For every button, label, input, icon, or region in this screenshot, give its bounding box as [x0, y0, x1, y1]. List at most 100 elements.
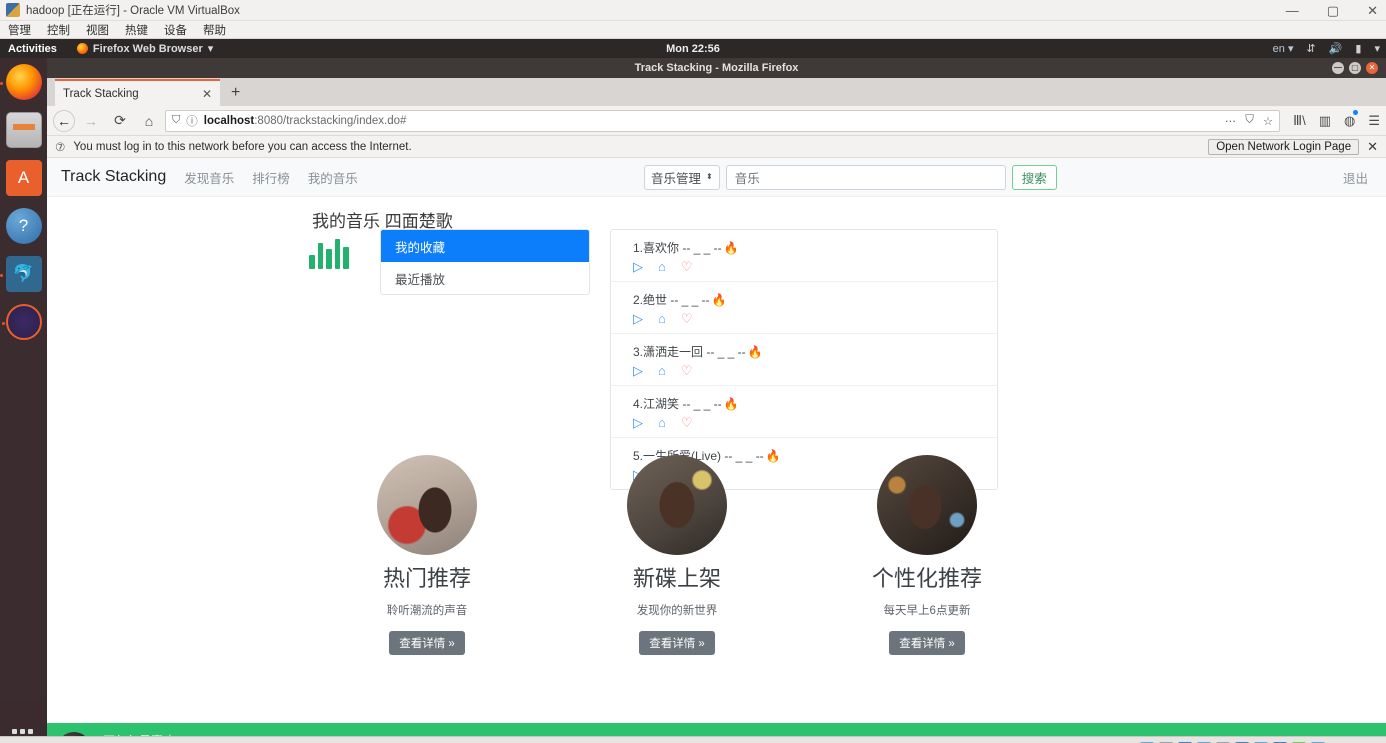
- browser-tab-label: Track Stacking: [63, 87, 139, 100]
- site-brand[interactable]: Track Stacking: [61, 168, 166, 186]
- song-list: 1.喜欢你 -- _ _ -- 🔥 ▷ ⌂ ♡ 2.绝世 -- _ _ -- 🔥 ▷…: [610, 229, 998, 490]
- equalizer-bars-icon: [309, 233, 349, 269]
- forward-button[interactable]: →: [78, 109, 104, 133]
- web-page: Track Stacking 发现音乐 排行榜 我的音乐 音乐管理 ⬍ 音乐 搜…: [47, 158, 1386, 723]
- volume-icon[interactable]: 🔊: [1329, 42, 1343, 55]
- page-content: 我的音乐 四面楚歌 我的收藏 最近播放 1.喜欢你 -- _ _ -- 🔥 ▷ ⌂…: [47, 197, 1386, 723]
- song-list-item[interactable]: 1.喜欢你 -- _ _ -- 🔥 ▷ ⌂ ♡: [611, 230, 997, 282]
- card-avatar-image: [377, 455, 477, 555]
- reload-button[interactable]: ⟳: [107, 109, 133, 133]
- vbox-menu-devices[interactable]: 设备: [164, 22, 187, 38]
- pocket-icon[interactable]: ⛉: [1245, 114, 1254, 127]
- feature-card-new-albums: 新碟上架 发现你的新世界 查看详情 »: [577, 455, 777, 655]
- system-menu-chevron-icon[interactable]: ▾: [1374, 42, 1380, 55]
- vbox-menu-view[interactable]: 视图: [86, 22, 109, 38]
- play-icon[interactable]: ▷: [633, 260, 643, 273]
- search-input[interactable]: 音乐: [725, 164, 1006, 190]
- list-group-item-recent[interactable]: 最近播放: [381, 262, 589, 294]
- dock-item-mysql-workbench[interactable]: 🐬: [0, 256, 42, 292]
- download-icon[interactable]: ⌂: [658, 260, 666, 273]
- nav-link-rankings[interactable]: 排行榜: [252, 168, 290, 187]
- play-icon[interactable]: ▷: [633, 364, 643, 377]
- gnome-system-tray: en ▾ ⇵ 🔊 ▮ ▾: [1273, 42, 1380, 55]
- hamburger-menu-icon[interactable]: ☰: [1368, 113, 1380, 129]
- vbox-minimize-button[interactable]: —: [1286, 3, 1299, 18]
- favorite-heart-icon[interactable]: ♡: [681, 312, 693, 325]
- firefox-close-button[interactable]: ✕: [1366, 62, 1378, 74]
- page-info-icon[interactable]: ⓘ: [186, 113, 198, 129]
- feature-card-hot: 热门推荐 聆听潮流的声音 查看详情 »: [327, 455, 527, 655]
- dock-item-firefox[interactable]: [0, 64, 42, 100]
- new-tab-button[interactable]: +: [220, 80, 251, 106]
- sidebar-icon[interactable]: ▥: [1319, 113, 1331, 129]
- dock-item-eclipse[interactable]: [1, 304, 42, 340]
- close-icon[interactable]: ✕: [202, 87, 212, 101]
- firefox-maximize-button[interactable]: ▢: [1349, 62, 1361, 74]
- play-icon[interactable]: ▷: [633, 416, 643, 429]
- back-button[interactable]: ←: [53, 109, 75, 132]
- search-category-value: 音乐管理: [651, 171, 702, 186]
- library-icon[interactable]: Ⅲ\: [1293, 113, 1306, 129]
- hot-flame-icon: 🔥: [723, 241, 739, 255]
- battery-icon[interactable]: ▮: [1355, 42, 1361, 55]
- song-actions: ▷ ⌂ ♡: [633, 364, 997, 377]
- dock-item-files[interactable]: [5, 112, 42, 148]
- list-group-item-favorites[interactable]: 我的收藏: [381, 230, 589, 262]
- browser-tab-track-stacking[interactable]: Track Stacking ✕: [55, 79, 220, 106]
- vbox-menu-help[interactable]: 帮助: [203, 22, 226, 38]
- song-list-item[interactable]: 2.绝世 -- _ _ -- 🔥 ▷ ⌂ ♡: [611, 282, 997, 334]
- favorite-heart-icon[interactable]: ♡: [681, 364, 693, 377]
- favorite-heart-icon[interactable]: ♡: [681, 416, 693, 429]
- account-icon[interactable]: ◍: [1344, 109, 1359, 129]
- download-icon[interactable]: ⌂: [658, 364, 666, 377]
- search-form: 音乐管理 ⬍ 音乐 搜索: [644, 164, 1057, 190]
- view-details-button[interactable]: 查看详情 »: [639, 631, 715, 655]
- notification-close-icon[interactable]: ✕: [1367, 139, 1378, 155]
- shield-icon[interactable]: ⛉: [172, 114, 180, 127]
- vbox-menu-hotkey[interactable]: 热键: [125, 22, 148, 38]
- card-subtitle: 发现你的新世界: [636, 605, 718, 617]
- dock-item-software[interactable]: A: [5, 160, 42, 196]
- logout-link[interactable]: 退出: [1343, 168, 1372, 187]
- view-details-button[interactable]: 查看详情 »: [889, 631, 965, 655]
- address-bar[interactable]: ⛉ ⓘ localhost:8080/trackstacking/index.d…: [165, 109, 1281, 132]
- vbox-menu-manage[interactable]: 管理: [8, 22, 31, 38]
- network-login-notification-bar: ⑦ You must log in to this network before…: [47, 136, 1386, 158]
- firefox-window-title: Track Stacking - Mozilla Firefox: [634, 62, 799, 74]
- song-list-item[interactable]: 3.潇洒走一回 -- _ _ -- 🔥 ▷ ⌂ ♡: [611, 334, 997, 386]
- search-category-select[interactable]: 音乐管理 ⬍: [644, 164, 720, 190]
- ubuntu-desktop: A ? 🐬 Track Stacking - Mozilla Firefox —…: [0, 58, 1386, 743]
- activities-button[interactable]: Activities: [8, 43, 57, 55]
- nav-link-my-music[interactable]: 我的音乐: [308, 168, 358, 187]
- home-button[interactable]: ⌂: [136, 109, 162, 133]
- keyboard-language-indicator[interactable]: en ▾: [1273, 42, 1294, 55]
- favorite-heart-icon[interactable]: ♡: [681, 260, 693, 273]
- open-network-login-page-button[interactable]: Open Network Login Page: [1208, 138, 1360, 155]
- card-title: 新碟上架: [632, 566, 721, 591]
- download-icon[interactable]: ⌂: [658, 312, 666, 325]
- card-title: 热门推荐: [382, 566, 471, 591]
- search-button[interactable]: 搜索: [1011, 164, 1057, 190]
- card-avatar-image: [627, 455, 727, 555]
- network-icon[interactable]: ⇵: [1306, 42, 1315, 55]
- vbox-maximize-button[interactable]: ▢: [1327, 3, 1339, 19]
- virtualbox-icon: [6, 3, 20, 17]
- firefox-toolbar-icons: Ⅲ\ ▥ ◍ ☰: [1283, 109, 1380, 129]
- dock-item-help[interactable]: ?: [5, 208, 42, 244]
- chevron-updown-icon: ⬍: [706, 172, 713, 181]
- song-list-item[interactable]: 4.江湖笑 -- _ _ -- 🔥 ▷ ⌂ ♡: [611, 386, 997, 438]
- app-menu-firefox[interactable]: Firefox Web Browser ▾: [76, 42, 213, 55]
- page-actions-icon[interactable]: ⋯: [1225, 114, 1237, 128]
- view-details-button[interactable]: 查看详情 »: [389, 631, 465, 655]
- song-title: 3.潇洒走一回 -- _ _ -- 🔥: [633, 345, 763, 359]
- song-title: 1.喜欢你 -- _ _ -- 🔥: [633, 241, 739, 255]
- play-icon[interactable]: ▷: [633, 312, 643, 325]
- firefox-minimize-button[interactable]: —: [1332, 62, 1344, 74]
- vbox-menu-control[interactable]: 控制: [47, 22, 70, 38]
- app-menu-label: Firefox Web Browser: [92, 42, 203, 55]
- vbox-close-button[interactable]: ✕: [1367, 3, 1378, 19]
- nav-link-discover[interactable]: 发现音乐: [184, 168, 234, 187]
- download-icon[interactable]: ⌂: [658, 416, 666, 429]
- bookmark-star-icon[interactable]: ☆: [1263, 114, 1273, 128]
- firefox-icon: [76, 43, 88, 54]
